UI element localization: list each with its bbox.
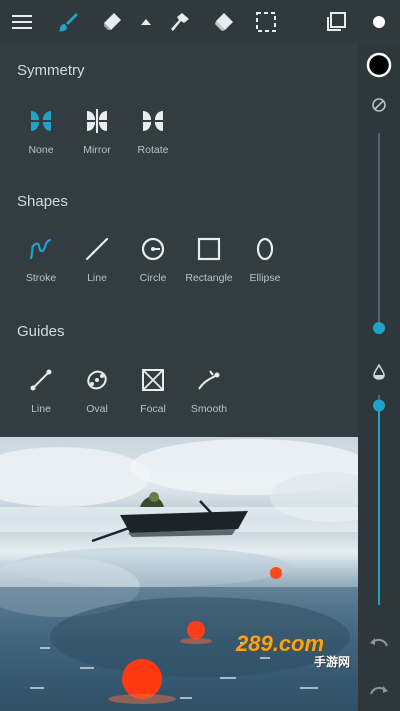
brush-icon[interactable] [50,0,86,44]
tool-label: Rotate [137,144,169,156]
stroke-icon [13,232,69,266]
redo-icon[interactable] [358,682,400,698]
tool-label: Stroke [25,272,57,284]
symmetry-none-option[interactable]: None [13,104,69,156]
tool-label: Oval [86,403,108,415]
menu-icon[interactable] [4,0,40,44]
color-dot-icon[interactable] [364,0,394,44]
tool-panel: Symmetry None Mirror Rotate Shapes Strok… [0,44,358,437]
guide-line-icon [13,363,69,397]
right-rail [358,44,400,711]
symmetry-rotate-option[interactable]: Rotate [125,104,181,156]
opacity-slider[interactable] [358,389,400,609]
opacity-icon [358,364,400,380]
symmetry-mirror-icon [69,104,125,138]
symmetry-mirror-option[interactable]: Mirror [69,104,125,156]
tool-label: Focal [140,403,166,415]
shapes-title: Shapes [17,193,68,210]
top-toolbar [0,0,400,44]
size-slider-track [378,133,380,333]
color-swatch[interactable] [358,52,400,78]
fill-bucket-icon[interactable] [206,0,242,44]
selection-icon[interactable] [248,0,284,44]
guide-line-option[interactable]: Line [13,363,69,415]
shape-line-option[interactable]: Line [69,232,125,284]
guide-oval-icon [69,363,125,397]
layers-icon[interactable] [318,0,354,44]
painting-artwork [0,439,358,711]
opacity-slider-knob [373,399,385,412]
shape-stroke-option[interactable]: Stroke [13,232,69,284]
tool-label: Smooth [190,403,228,415]
shape-rectangle-option[interactable]: Rectangle [181,232,237,284]
no-texture-icon[interactable] [358,97,400,113]
smudge-icon[interactable] [162,0,198,44]
tool-label: Mirror [83,144,111,156]
symmetry-title: Symmetry [17,62,85,79]
painting-canvas[interactable] [0,437,358,711]
rectangle-icon [181,232,237,266]
guides-title: Guides [17,323,65,340]
symmetry-rotate-icon [125,104,181,138]
tool-label: Rectangle [185,272,233,284]
guide-smooth-icon [181,363,237,397]
size-slider[interactable] [358,129,400,344]
opacity-slider-fill [378,405,380,605]
circle-icon [125,232,181,266]
tool-label: None [28,144,54,156]
undo-icon[interactable] [358,634,400,650]
ellipse-icon [237,232,293,266]
watermark-logo: 289.com [236,631,325,656]
guide-smooth-option[interactable]: Smooth [181,363,237,415]
shape-ellipse-option[interactable]: Ellipse [237,232,293,284]
symmetry-none-icon [13,104,69,138]
guide-oval-option[interactable]: Oval [69,363,125,415]
triangle-up-icon[interactable] [134,0,158,44]
guide-focal-option[interactable]: Focal [125,363,181,415]
watermark-sub: 手游网 [314,655,351,669]
tool-label: Circle [139,272,167,284]
shape-circle-option[interactable]: Circle [125,232,181,284]
tool-label: Line [87,272,107,284]
line-icon [69,232,125,266]
size-slider-knob [373,322,385,334]
tool-label: Line [31,403,51,415]
guide-focal-icon [125,363,181,397]
tool-label: Ellipse [249,272,281,284]
eraser-icon[interactable] [94,0,130,44]
